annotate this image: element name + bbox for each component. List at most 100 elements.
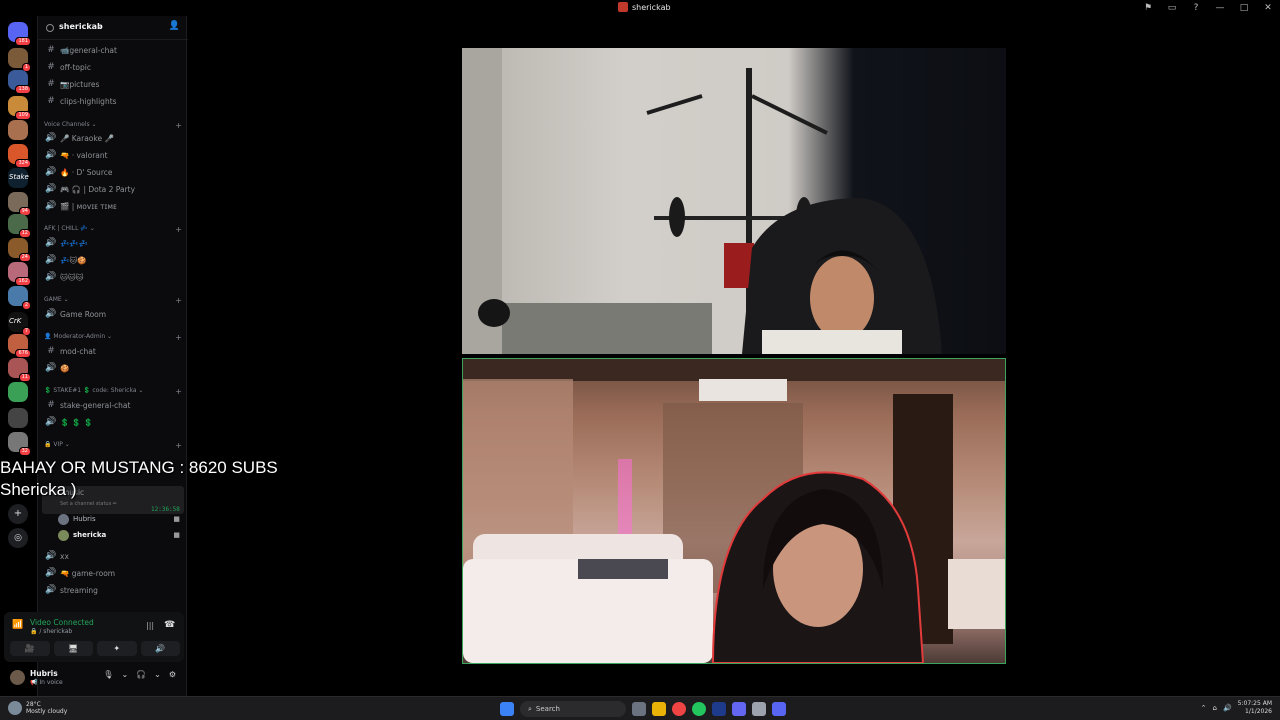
voice-channel[interactable]: 🔊 💲 💲 💲 <box>42 414 184 430</box>
voice-channel[interactable]: 🔊 🎬 | ᴍᴏᴠɪᴇ ᴛɪᴍᴇ <box>42 198 184 214</box>
chrome-icon[interactable] <box>672 702 686 716</box>
text-channel[interactable]: # off-topic <box>42 59 184 75</box>
text-channel[interactable]: # clips-highlights <box>42 93 184 109</box>
voice-channel[interactable]: 🔊 🎤 Karaoke 🎤 <box>42 130 184 146</box>
avatar[interactable] <box>10 670 25 685</box>
channel-category[interactable]: AFK | CHILL 💤 ⌄ + <box>44 225 184 234</box>
voice-user[interactable]: Hubris ■ <box>58 512 184 526</box>
audio-options-chevron-icon[interactable]: ⌄ <box>154 670 161 679</box>
help-icon[interactable]: ? <box>1184 3 1208 13</box>
create-channel-icon[interactable]: + <box>175 387 182 396</box>
server-icon[interactable]: 12 <box>8 214 31 238</box>
server-icon[interactable]: 324 <box>8 144 31 168</box>
server-icon[interactable]: 24 <box>8 238 31 262</box>
soundboard-button[interactable]: 🔊 <box>140 641 180 656</box>
disconnect-icon[interactable]: ☎ <box>164 620 175 630</box>
voice-user[interactable]: shericka ■ <box>58 528 184 542</box>
channel-category[interactable]: 💲 STAKE#1 💲 code: Shericka ⌄ + <box>44 387 184 396</box>
create-channel-icon[interactable]: + <box>175 225 182 234</box>
add-server-button[interactable]: + <box>8 504 28 524</box>
create-channel-icon[interactable]: + <box>175 296 182 305</box>
voice-channel[interactable]: 🔊 💤🐱🍪 <box>42 252 184 268</box>
invite-icon[interactable]: 👤 <box>169 21 180 31</box>
mic-options-chevron-icon[interactable]: ⌄ <box>121 670 128 679</box>
headphones-icon[interactable]: 🎧 <box>136 670 146 679</box>
server-icon[interactable]: 2 <box>8 286 31 310</box>
start-icon[interactable] <box>500 702 514 716</box>
spotify-icon[interactable] <box>692 702 706 716</box>
task-view-icon[interactable] <box>632 702 646 716</box>
voice-channel[interactable]: 🔊 Game Room <box>42 306 184 322</box>
signal-icon[interactable]: 📶 <box>12 620 23 630</box>
text-channel[interactable]: # 📷pictures <box>42 76 184 92</box>
text-channel[interactable]: # mod-chat <box>42 343 184 359</box>
settings-gear-icon[interactable]: ⚙ <box>169 670 176 679</box>
taskbar-search[interactable]: ⌕ Search <box>520 701 626 717</box>
file-explorer-icon[interactable] <box>652 702 666 716</box>
server-icon[interactable]: 94 <box>8 192 31 216</box>
channel-category[interactable]: Voice Channels ⌄ + <box>44 121 184 130</box>
server-icon[interactable]: CrK 7 <box>8 312 31 336</box>
text-channel[interactable]: # 📹general-chat <box>42 42 184 58</box>
voice-channel[interactable]: 🔊 🔫 · valorant <box>42 147 184 163</box>
noise-suppression-icon[interactable]: ||| <box>146 621 154 630</box>
server-icon[interactable]: 1 <box>8 48 31 72</box>
app-icon-2[interactable] <box>752 702 766 716</box>
server-icon[interactable]: 109 <box>8 96 31 120</box>
app-icon-1[interactable] <box>732 702 746 716</box>
voice-channel[interactable]: 🔊 xx <box>42 548 184 564</box>
user-status: 📢 In voice <box>30 679 63 686</box>
guild-header[interactable]: sherickab ⌄ 👤 <box>38 16 188 40</box>
create-channel-icon[interactable]: + <box>175 441 182 450</box>
channel-status-hint[interactable]: Set a channel status ✏ <box>60 501 117 507</box>
channel-category[interactable]: 👤 Moderator-Admin ⌄ + <box>44 333 184 342</box>
tray-chevron-icon[interactable]: ⌃ <box>1201 704 1207 712</box>
channel-category[interactable]: 🔒 VIP ⌄ + <box>44 441 184 450</box>
text-channel[interactable]: # stake-general-chat <box>42 397 184 413</box>
voice-channel[interactable]: 🔊 💤💤💤 <box>42 235 184 251</box>
server-icon[interactable] <box>8 382 28 402</box>
volume-icon[interactable]: 🔊 <box>1223 704 1232 712</box>
close-button[interactable]: ✕ <box>1256 3 1280 13</box>
server-icon[interactable]: 138 <box>8 70 31 94</box>
server-icon[interactable]: 32 <box>8 432 31 456</box>
inbox-icon[interactable]: ⚑ <box>1136 3 1160 13</box>
server-icon[interactable]: 11 <box>8 358 31 382</box>
channel-name: 💤💤💤 <box>60 238 89 248</box>
discord-icon[interactable] <box>772 702 786 716</box>
voice-channel[interactable]: 🔊 streaming <box>42 582 184 598</box>
screen-share-button[interactable]: 🖥 <box>53 641 93 656</box>
channel-category[interactable]: GAME ⌄ + <box>44 296 184 305</box>
server-icon[interactable] <box>8 408 28 428</box>
voice-channel-path[interactable]: 🔒 / sherickab <box>30 628 72 635</box>
create-channel-icon[interactable]: + <box>175 121 182 130</box>
video-tile-hubris[interactable] <box>462 48 1006 354</box>
voice-channel[interactable]: 🔊 🔥 · D' Source <box>42 164 184 180</box>
video-tile-shericka[interactable] <box>462 358 1006 664</box>
voice-channel[interactable]: 🔊 🔫 game-room <box>42 565 184 581</box>
voice-channel[interactable]: 🔊 🐱🐱🐱 <box>42 269 184 285</box>
voice-channel[interactable]: 🔊 🎮 🎧 | Dota 2 Party <box>42 181 184 197</box>
camera-button[interactable]: 🎥 <box>10 641 50 656</box>
clock[interactable]: 5:07:25 AM 1/1/2026 <box>1238 700 1272 716</box>
category-label: 🔒 VIP ⌄ <box>44 441 70 448</box>
username[interactable]: Hubris <box>30 669 58 678</box>
weather-widget[interactable]: 28°C Mostly cloudy <box>8 701 67 715</box>
voice-channel[interactable]: 🔊 🍪 <box>42 360 184 376</box>
channel-name: Game Room <box>60 309 107 319</box>
server-icon[interactable]: 181 <box>8 22 31 46</box>
server-icon[interactable]: 162 <box>8 262 31 286</box>
activities-button[interactable]: ✦ <box>97 641 137 656</box>
screen-icon[interactable]: ▭ <box>1160 3 1184 13</box>
steam-icon[interactable] <box>712 702 726 716</box>
server-icon[interactable] <box>8 120 28 140</box>
create-channel-icon[interactable]: + <box>175 333 182 342</box>
minimize-button[interactable]: — <box>1208 3 1232 13</box>
maximize-button[interactable]: □ <box>1232 3 1256 13</box>
network-icon[interactable]: ⌂ <box>1213 704 1217 712</box>
voice-status[interactable]: Video Connected <box>30 618 94 627</box>
server-icon[interactable]: 676 <box>8 334 31 358</box>
microphone-icon[interactable]: 🎙 <box>103 670 113 679</box>
server-icon[interactable]: Stake <box>8 168 29 188</box>
discover-icon[interactable]: ◎ <box>8 528 28 548</box>
